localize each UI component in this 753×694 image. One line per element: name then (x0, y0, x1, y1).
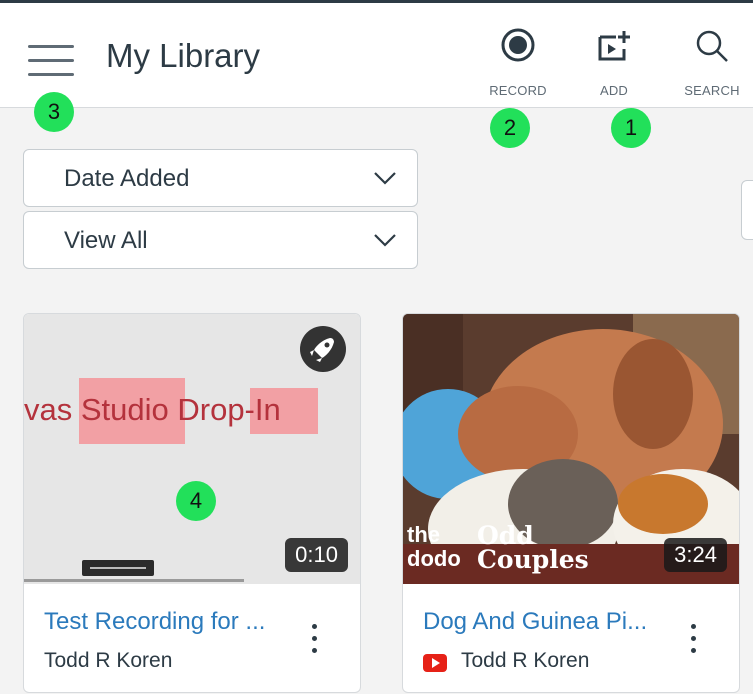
hamburger-icon (28, 45, 74, 48)
thumbnail-tooltip (82, 560, 154, 576)
record-label: RECORD (489, 83, 547, 98)
thumbnail-brand-line1: the (407, 522, 440, 547)
annotation-badge-3: 3 (34, 92, 74, 132)
thumbnail-brand-line2: dodo (407, 546, 461, 571)
more-vertical-icon[interactable] (689, 624, 697, 656)
view-select-value: View All (64, 227, 148, 254)
add-button[interactable]: ADD (574, 21, 654, 101)
offscreen-control[interactable] (741, 180, 753, 240)
media-title-link[interactable]: Dog And Guinea Pi... (423, 608, 673, 636)
rocket-icon[interactable] (300, 326, 346, 372)
hamburger-icon (28, 73, 74, 76)
search-label: SEARCH (684, 83, 740, 98)
search-icon (696, 30, 728, 62)
record-button[interactable]: RECORD (478, 21, 558, 101)
media-card[interactable]: the dodo Odd Couples 3:24 Dog And Guinea… (402, 313, 740, 693)
media-thumbnail[interactable]: vas Studio Drop-In 0:10 (24, 314, 360, 584)
chevron-down-icon (374, 234, 396, 247)
menu-button[interactable] (28, 43, 74, 77)
add-media-icon (598, 31, 630, 61)
youtube-icon (423, 654, 447, 672)
thumbnail-bar (24, 579, 244, 582)
page-title: My Library (106, 37, 261, 74)
search-button[interactable]: SEARCH (672, 21, 752, 101)
duration-badge: 0:10 (285, 538, 348, 572)
thumbnail-text: vas Studio Drop-In (24, 392, 281, 427)
more-vertical-icon[interactable] (310, 624, 318, 656)
record-icon (501, 28, 535, 62)
annotation-badge-1: 1 (611, 108, 651, 148)
media-owner: Todd R Koren (44, 649, 173, 672)
annotation-badge-2: 2 (490, 108, 530, 148)
view-select[interactable]: View All (23, 211, 418, 269)
media-thumbnail[interactable]: the dodo Odd Couples 3:24 (403, 314, 739, 584)
annotation-badge-4: 4 (176, 481, 216, 521)
sort-select[interactable]: Date Added (23, 149, 418, 207)
add-label: ADD (599, 83, 629, 98)
hamburger-icon (28, 59, 74, 62)
sort-select-value: Date Added (64, 165, 190, 192)
media-title-link[interactable]: Test Recording for ... (44, 608, 294, 636)
thumbnail-overlay-text: Odd Couples (477, 521, 589, 574)
duration-badge: 3:24 (664, 538, 727, 572)
chevron-down-icon (374, 172, 396, 185)
media-owner: Todd R Koren (461, 649, 590, 672)
app-header: My Library RECORD ADD SEARCH (0, 3, 753, 108)
